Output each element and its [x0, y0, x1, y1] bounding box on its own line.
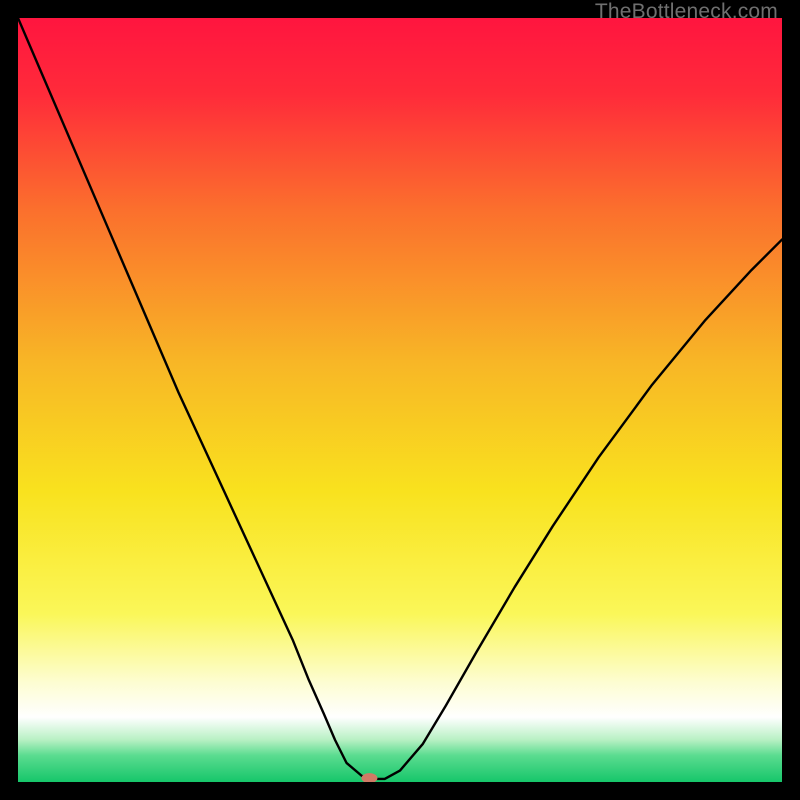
watermark-text: TheBottleneck.com: [595, 0, 778, 24]
chart-frame: [18, 18, 782, 782]
bottleneck-chart: [18, 18, 782, 782]
gradient-background: [18, 18, 782, 782]
